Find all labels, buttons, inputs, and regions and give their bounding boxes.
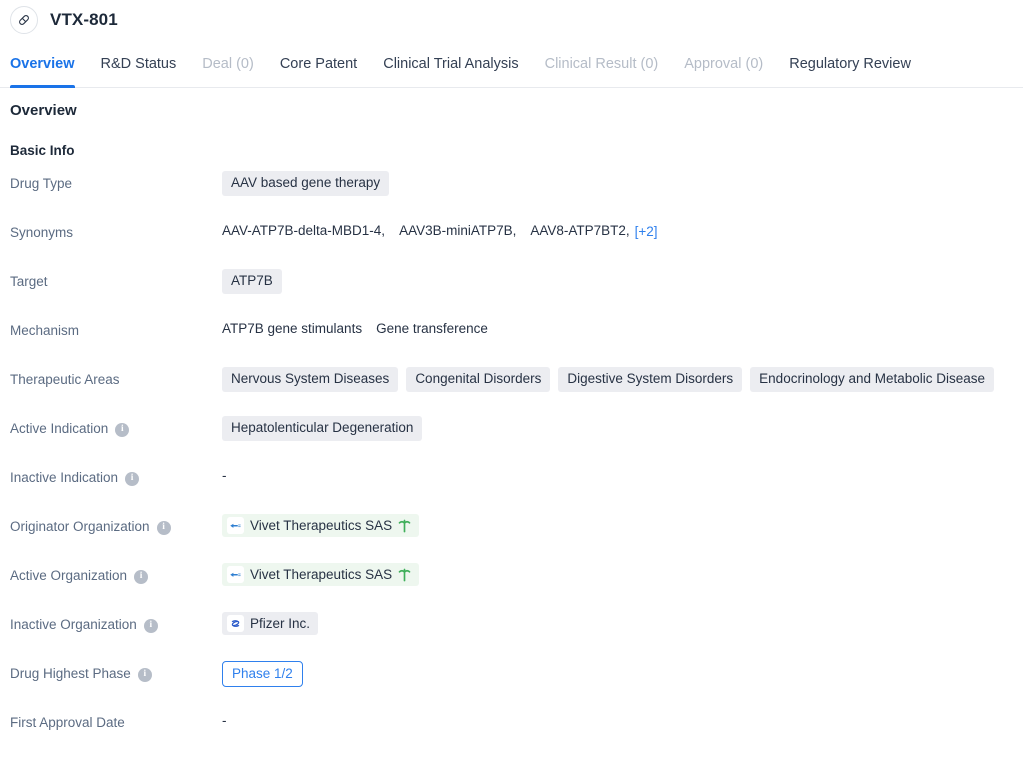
row-mechanism: Mechanism ATP7B gene stimulants Gene tra… [0,318,1023,367]
row-value-inactive-indication: - [222,465,1023,487]
row-inactive-organization: Inactive Organization i Pfizer Inc. [0,612,1023,661]
page-title: VTX-801 [50,10,118,29]
info-icon[interactable]: i [143,619,158,633]
mechanism-item: ATP7B gene stimulants [222,321,363,336]
row-value-target: ATP7B [222,269,1023,294]
synonym-item: AAV-ATP7B-delta-MBD1-4, [222,223,386,238]
org-chip-pfizer[interactable]: Pfizer Inc. [222,612,319,635]
tab-clinical-trial-analysis[interactable]: Clinical Trial Analysis [370,40,531,87]
row-drug-type: Drug Type AAV based gene therapy [0,171,1023,220]
row-inactive-indication: Inactive Indication i - [0,465,1023,514]
row-label-drug-highest-phase: Drug Highest Phase i [0,661,222,684]
org-name: Vivet Therapeutics SAS [250,567,393,582]
info-icon[interactable]: i [134,570,149,584]
tag-target[interactable]: ATP7B [222,269,282,294]
row-value-mechanism: ATP7B gene stimulants Gene transference [222,318,1023,340]
row-label-originator-organization: Originator Organization i [0,514,222,537]
org-chip-vivet-therapeutics[interactable]: Vivet Therapeutics SAS [222,514,420,537]
mechanism-item: Gene transference [376,321,488,336]
tab-bar: Overview R&D Status Deal (0) Core Patent… [0,40,1023,88]
label-text: First Approval Date [10,715,125,730]
pfizer-logo-icon [227,615,244,632]
label-text: Originator Organization [10,519,150,534]
label-text: Synonyms [10,225,74,240]
info-icon[interactable]: i [137,668,152,682]
synonyms-more-link[interactable]: [+2] [635,224,658,239]
subsection-title-basic-info: Basic Info [10,143,75,158]
row-first-approval-date: First Approval Date - [0,710,1023,759]
label-text: Inactive Indication [10,470,119,485]
row-synonyms: Synonyms AAV-ATP7B-delta-MBD1-4, AAV3B-m… [0,220,1023,269]
label-text: Mechanism [10,323,80,338]
row-value-synonyms: AAV-ATP7B-delta-MBD1-4, AAV3B-miniATP7B,… [222,220,1023,242]
org-chip-vivet-therapeutics[interactable]: Vivet Therapeutics SAS [222,563,420,586]
label-text: Drug Highest Phase [10,666,131,681]
tab-rd-status[interactable]: R&D Status [88,40,190,87]
row-label-active-organization: Active Organization i [0,563,222,586]
row-target: Target ATP7B [0,269,1023,318]
org-name: Vivet Therapeutics SAS [250,518,393,533]
row-value-first-approval-date: - [222,710,1023,732]
basic-info-table: Drug Type AAV based gene therapy Synonym… [0,171,1023,759]
tab-core-patent[interactable]: Core Patent [267,40,370,87]
label-text: Target [10,274,48,289]
tag-drug-type[interactable]: AAV based gene therapy [222,171,390,196]
label-text: Drug Type [10,176,73,191]
tree-icon [398,519,411,533]
phase-badge[interactable]: Phase 1/2 [222,661,303,687]
row-active-organization: Active Organization i Vivet Therapeutics… [0,563,1023,612]
row-value-active-organization: Vivet Therapeutics SAS [222,563,1023,586]
section-title-overview: Overview [10,102,77,119]
info-icon[interactable]: i [115,423,130,437]
row-value-originator-organization: Vivet Therapeutics SAS [222,514,1023,537]
label-text: Active Organization [10,568,128,583]
row-label-synonyms: Synonyms [0,220,222,243]
tab-approval[interactable]: Approval (0) [671,40,776,87]
row-value-drug-type: AAV based gene therapy [222,171,1023,196]
tag-therapeutic-area[interactable]: Congenital Disorders [406,367,551,392]
info-icon[interactable]: i [156,521,171,535]
tab-overview[interactable]: Overview [10,40,88,88]
tag-therapeutic-area[interactable]: Digestive System Disorders [558,367,743,392]
capsule-pill-icon [10,6,38,34]
tag-therapeutic-area[interactable]: Nervous System Diseases [222,367,399,392]
row-value-active-indication: Hepatolenticular Degeneration [222,416,1023,441]
overview-panel: Overview Basic Info Drug Type AAV based … [0,88,1023,759]
page-header: VTX-801 [0,0,1023,40]
row-originator-organization: Originator Organization i Vivet Therapeu… [0,514,1023,563]
tab-regulatory-review[interactable]: Regulatory Review [776,40,924,87]
org-name: Pfizer Inc. [250,616,311,631]
synonym-item: AAV8-ATP7BT2, [530,223,630,238]
row-label-active-indication: Active Indication i [0,416,222,439]
row-value-drug-highest-phase: Phase 1/2 [222,661,1023,687]
empty-value: - [222,713,227,728]
row-active-indication: Active Indication i Hepatolenticular Deg… [0,416,1023,465]
tab-clinical-result[interactable]: Clinical Result (0) [532,40,672,87]
tag-active-indication[interactable]: Hepatolenticular Degeneration [222,416,423,441]
row-therapeutic-areas: Therapeutic Areas Nervous System Disease… [0,367,1023,416]
row-label-inactive-indication: Inactive Indication i [0,465,222,488]
vivet-logo-icon [227,517,244,534]
empty-value: - [222,468,227,483]
tree-icon [398,568,411,582]
row-label-mechanism: Mechanism [0,318,222,341]
row-value-therapeutic-areas: Nervous System Diseases Congenital Disor… [222,367,1023,392]
vivet-logo-icon [227,566,244,583]
label-text: Inactive Organization [10,617,137,632]
tab-deal[interactable]: Deal (0) [189,40,267,87]
synonym-item: AAV3B-miniATP7B, [399,223,517,238]
label-text: Therapeutic Areas [10,372,120,387]
row-value-inactive-organization: Pfizer Inc. [222,612,1023,635]
tag-therapeutic-area[interactable]: Endocrinology and Metabolic Disease [750,367,995,392]
row-label-drug-type: Drug Type [0,171,222,194]
info-icon[interactable]: i [125,472,140,486]
row-label-first-approval-date: First Approval Date [0,710,222,733]
row-label-therapeutic-areas: Therapeutic Areas [0,367,222,390]
row-label-target: Target [0,269,222,292]
label-text: Active Indication [10,421,109,436]
row-label-inactive-organization: Inactive Organization i [0,612,222,635]
row-drug-highest-phase: Drug Highest Phase i Phase 1/2 [0,661,1023,710]
